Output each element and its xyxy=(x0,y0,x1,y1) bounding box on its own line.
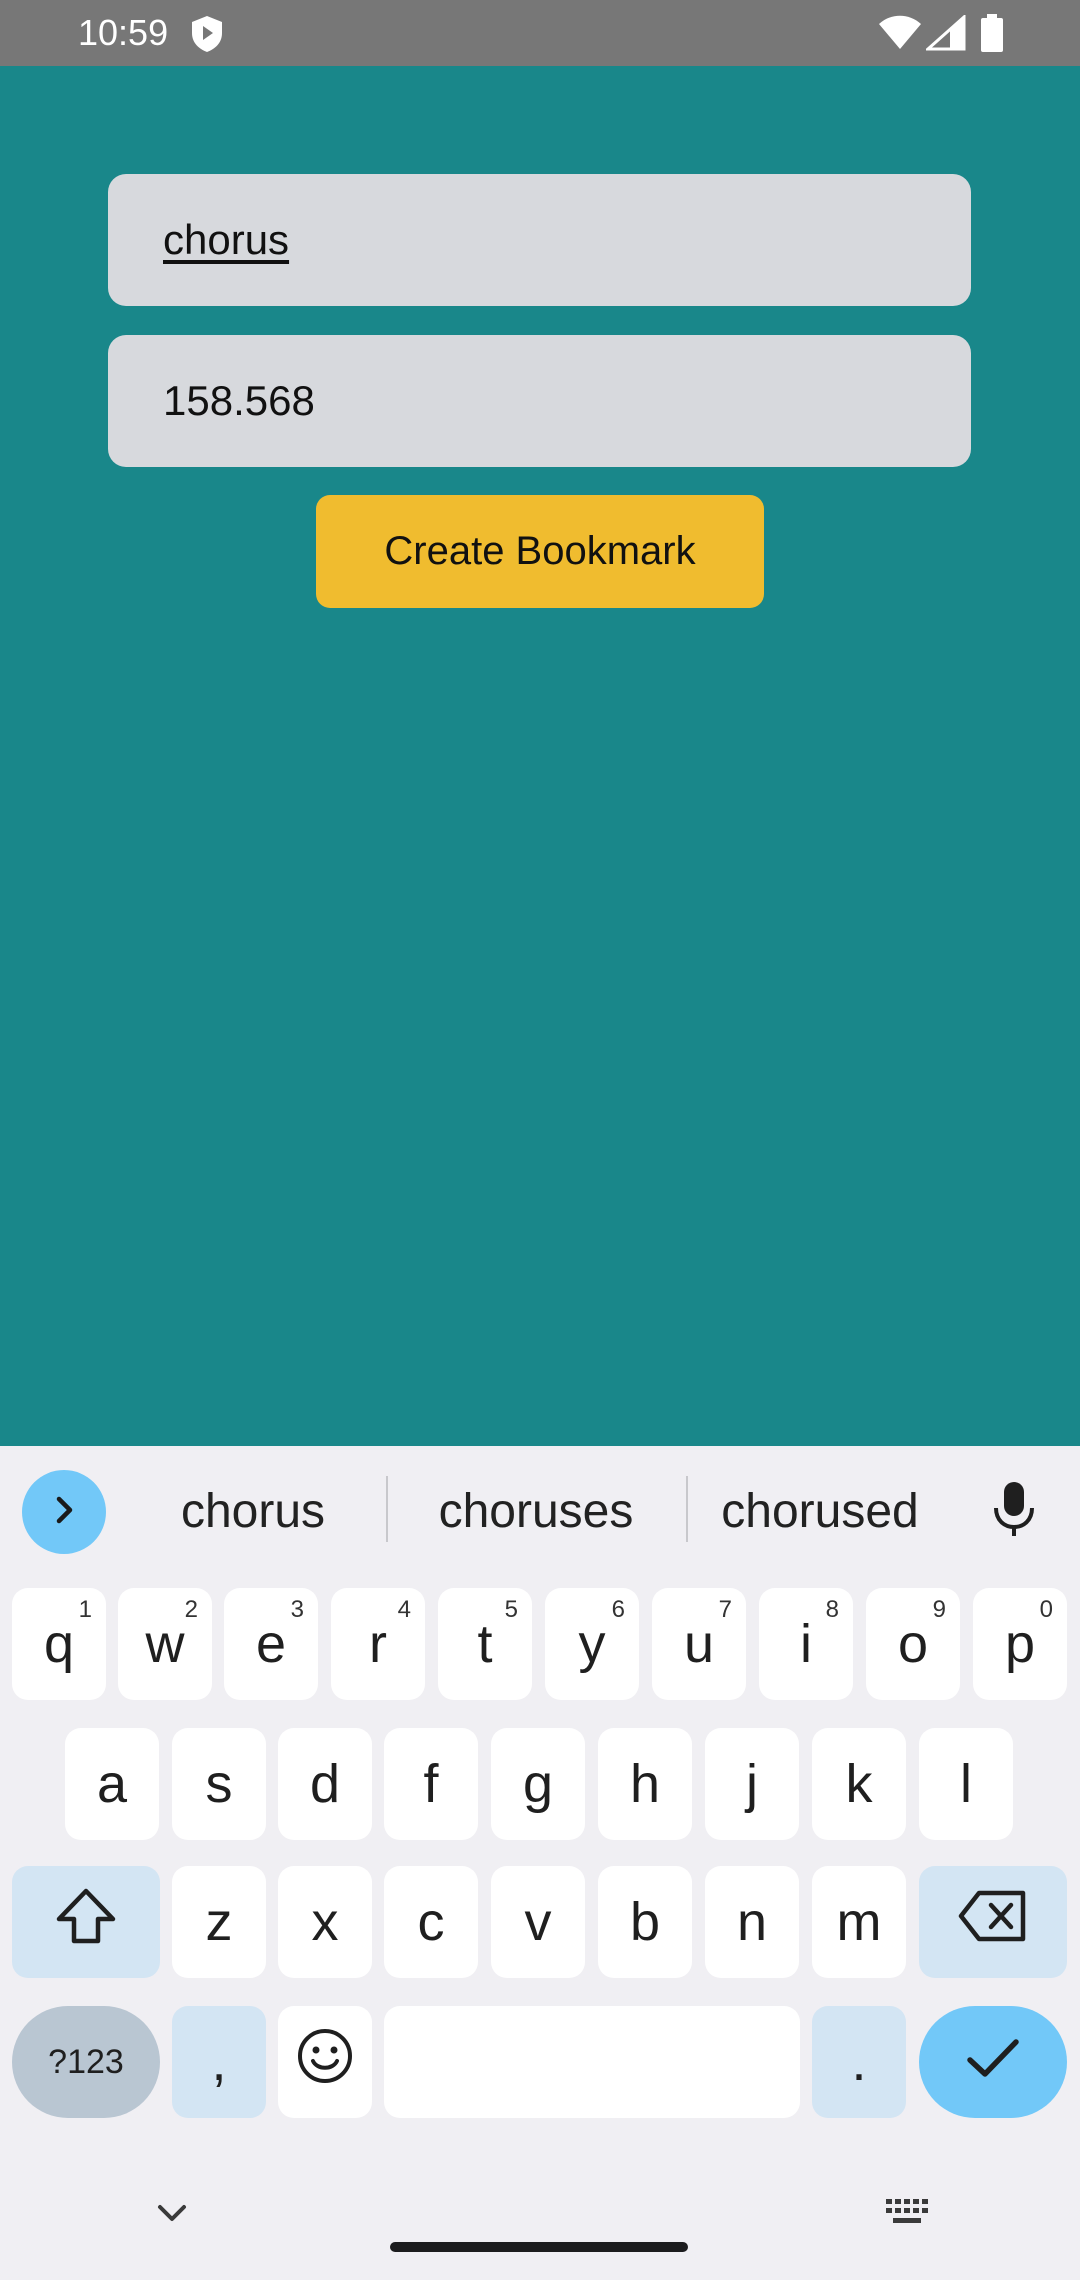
key-i-label: i xyxy=(800,1614,812,1674)
key-j[interactable]: j xyxy=(705,1728,799,1840)
key-b[interactable]: b xyxy=(598,1866,692,1978)
emoji-icon xyxy=(296,2027,354,2098)
key-s[interactable]: s xyxy=(172,1728,266,1840)
key-u[interactable]: u7 xyxy=(652,1588,746,1700)
emoji-key[interactable] xyxy=(278,2006,372,2118)
period-key[interactable]: . xyxy=(812,2006,906,2118)
key-o-hint: 9 xyxy=(932,1596,946,1623)
key-q-label: q xyxy=(43,1614,75,1674)
key-o[interactable]: o9 xyxy=(866,1588,960,1700)
backspace-key[interactable] xyxy=(919,1866,1067,1978)
key-e-label: e xyxy=(255,1614,287,1674)
key-y-label: y xyxy=(578,1614,606,1674)
suggestion-3[interactable]: chorused xyxy=(696,1474,944,1548)
key-p[interactable]: p0 xyxy=(973,1588,1067,1700)
keyboard-expand-button[interactable] xyxy=(22,1470,106,1554)
symbols-key[interactable]: ?123 xyxy=(12,2006,160,2118)
soft-keyboard: chorus choruses chorused q1 w2 e3 r4 t5 … xyxy=(0,1446,1080,2280)
bookmark-label-value: chorus xyxy=(163,216,290,263)
signal-icon xyxy=(924,13,966,56)
key-w-hint: 2 xyxy=(184,1596,198,1623)
key-e[interactable]: e3 xyxy=(224,1588,318,1700)
backspace-icon xyxy=(957,1889,1029,1956)
key-r[interactable]: r4 xyxy=(331,1588,425,1700)
key-o-label: o xyxy=(897,1614,929,1674)
key-y-hint: 6 xyxy=(611,1596,625,1623)
bookmark-form-screen: chorus 158.568 Create Bookmark xyxy=(0,66,1080,1446)
key-i-hint: 8 xyxy=(825,1596,839,1623)
chevron-down-icon[interactable] xyxy=(152,2198,192,2233)
app-root: 10:59 chorus 158.568 Create Bookmark cho… xyxy=(0,0,1080,2280)
comma-key[interactable]: , xyxy=(172,2006,266,2118)
suggestion-1[interactable]: chorus xyxy=(140,1474,366,1548)
shift-key[interactable] xyxy=(12,1866,160,1978)
key-u-label: u xyxy=(683,1614,715,1674)
key-t-label: t xyxy=(477,1614,493,1674)
key-r-label: r xyxy=(369,1614,387,1674)
battery-icon xyxy=(980,14,1004,57)
key-c[interactable]: c xyxy=(384,1866,478,1978)
suggestion-divider xyxy=(386,1476,388,1542)
key-w[interactable]: w2 xyxy=(118,1588,212,1700)
key-p-label: p xyxy=(1004,1614,1036,1674)
key-q-hint: 1 xyxy=(78,1596,92,1623)
bookmark-timestamp-input[interactable]: 158.568 xyxy=(108,335,971,467)
wifi-icon xyxy=(878,15,922,56)
shift-icon xyxy=(54,1886,118,1959)
key-t[interactable]: t5 xyxy=(438,1588,532,1700)
chevron-right-icon xyxy=(44,1490,84,1535)
key-a[interactable]: a xyxy=(65,1728,159,1840)
status-bar: 10:59 xyxy=(0,0,1080,66)
shield-icon xyxy=(190,15,224,58)
key-g[interactable]: g xyxy=(491,1728,585,1840)
space-key[interactable] xyxy=(384,2006,800,2118)
key-p-hint: 0 xyxy=(1039,1596,1053,1623)
mic-icon[interactable] xyxy=(990,1480,1038,1545)
key-i[interactable]: i8 xyxy=(759,1588,853,1700)
suggestion-divider xyxy=(686,1476,688,1542)
key-h[interactable]: h xyxy=(598,1728,692,1840)
key-n[interactable]: n xyxy=(705,1866,799,1978)
bookmark-label-input[interactable]: chorus xyxy=(108,174,971,306)
key-u-hint: 7 xyxy=(718,1596,732,1623)
key-x[interactable]: x xyxy=(278,1866,372,1978)
suggestion-bar: chorus choruses chorused xyxy=(0,1446,1080,1566)
suggestion-2[interactable]: choruses xyxy=(400,1474,672,1548)
create-bookmark-button[interactable]: Create Bookmark xyxy=(316,495,764,608)
enter-key[interactable] xyxy=(919,2006,1067,2118)
check-icon xyxy=(965,2031,1021,2093)
keyboard-icon[interactable] xyxy=(884,2196,930,2235)
home-indicator[interactable] xyxy=(390,2242,688,2252)
key-e-hint: 3 xyxy=(290,1596,304,1623)
key-l[interactable]: l xyxy=(919,1728,1013,1840)
key-f[interactable]: f xyxy=(384,1728,478,1840)
key-m[interactable]: m xyxy=(812,1866,906,1978)
key-k[interactable]: k xyxy=(812,1728,906,1840)
key-d[interactable]: d xyxy=(278,1728,372,1840)
key-z[interactable]: z xyxy=(172,1866,266,1978)
key-t-hint: 5 xyxy=(504,1596,518,1623)
key-w-label: w xyxy=(145,1614,185,1674)
key-y[interactable]: y6 xyxy=(545,1588,639,1700)
key-q[interactable]: q1 xyxy=(12,1588,106,1700)
status-time: 10:59 xyxy=(78,12,169,53)
key-v[interactable]: v xyxy=(491,1866,585,1978)
bookmark-timestamp-value: 158.568 xyxy=(163,377,315,424)
key-r-hint: 4 xyxy=(397,1596,411,1623)
